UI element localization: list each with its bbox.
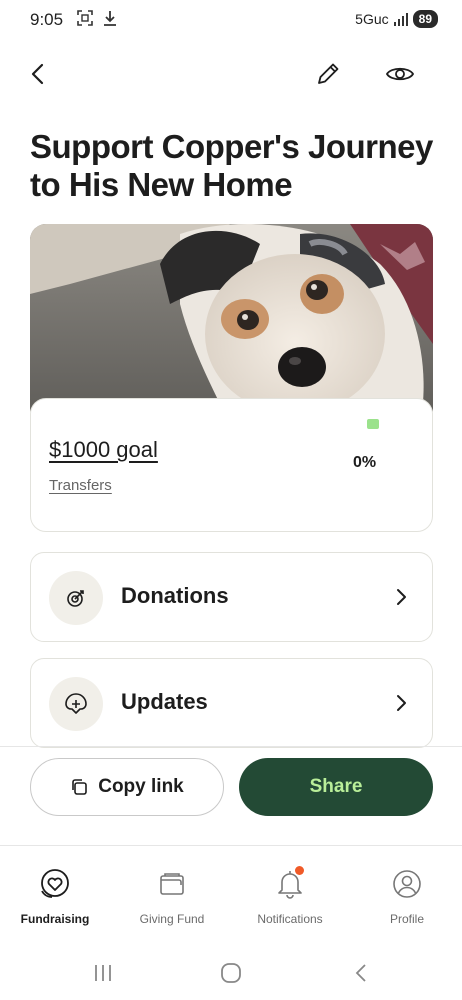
updates-label: Updates xyxy=(121,689,208,714)
tab-profile[interactable]: Profile xyxy=(352,866,462,926)
tab-notifications-label: Notifications xyxy=(257,912,323,926)
tab-profile-label: Profile xyxy=(389,912,424,926)
goal-card: $1000 goal Transfers 0% xyxy=(30,398,433,532)
download-icon xyxy=(104,11,116,26)
donations-chevron xyxy=(390,586,412,608)
top-nav xyxy=(0,50,462,98)
updates-row[interactable]: Updates xyxy=(30,658,433,748)
home-icon xyxy=(221,963,241,983)
copy-link-button[interactable]: Copy link xyxy=(30,758,224,816)
recent-apps-button[interactable] xyxy=(88,960,118,986)
bottom-tab-bar: Fundraising Giving Fund Notifications Pr… xyxy=(0,846,462,942)
goal-percent: 0% xyxy=(353,454,377,471)
system-nav-bar xyxy=(0,948,462,1000)
battery-indicator: 89 xyxy=(412,10,438,28)
pencil-icon xyxy=(318,63,339,84)
bell-icon xyxy=(272,866,308,902)
share-label: Share xyxy=(309,776,363,797)
donations-icon-badge xyxy=(49,571,103,625)
chevron-right-icon xyxy=(397,589,406,605)
share-button[interactable]: Share xyxy=(239,758,433,816)
notification-badge xyxy=(295,866,304,875)
home-button[interactable] xyxy=(216,960,246,986)
donations-row[interactable]: Donations xyxy=(30,552,433,642)
back-arrow-icon xyxy=(355,964,366,982)
campaign-photo[interactable] xyxy=(30,224,433,424)
tab-giving-fund[interactable]: Giving Fund xyxy=(117,866,227,926)
add-update-icon xyxy=(65,693,87,714)
chevron-left-icon xyxy=(31,63,44,85)
transfers-link[interactable]: Transfers xyxy=(49,477,112,494)
page-title: Support Copper's Journey to His New Home xyxy=(30,128,433,203)
preview-button[interactable] xyxy=(384,58,416,90)
wallet-icon xyxy=(154,866,190,902)
system-back-button[interactable] xyxy=(346,960,376,986)
tab-notifications[interactable]: Notifications xyxy=(235,866,345,926)
tab-fundraising[interactable]: Fundraising xyxy=(0,866,110,926)
goal-amount-link[interactable]: $1000 goal xyxy=(49,437,158,463)
updates-chevron xyxy=(390,692,412,714)
donations-label: Donations xyxy=(121,583,229,608)
status-right: 5Guc 89 xyxy=(355,10,438,28)
status-icons xyxy=(76,9,118,27)
progress-indicator xyxy=(367,419,379,429)
chevron-right-icon xyxy=(397,695,406,711)
updates-icon-badge xyxy=(49,677,103,731)
battery-level: 89 xyxy=(418,12,432,26)
status-bar: 9:05 5Guc 89 xyxy=(0,0,462,40)
eye-icon xyxy=(385,67,415,81)
edit-button[interactable] xyxy=(312,58,344,90)
tab-giving-fund-label: Giving Fund xyxy=(139,912,205,926)
signal-icon xyxy=(393,13,408,26)
recent-apps-icon xyxy=(95,965,111,981)
dog-photo-image xyxy=(30,224,433,424)
copy-icon xyxy=(72,779,88,795)
donation-target-icon xyxy=(67,590,84,607)
fundraising-heart-icon xyxy=(37,866,73,902)
copy-link-label: Copy link xyxy=(98,776,184,797)
status-time: 9:05 xyxy=(30,10,64,29)
profile-icon xyxy=(389,866,425,902)
back-button[interactable] xyxy=(22,58,54,90)
tab-fundraising-label: Fundraising xyxy=(20,912,90,926)
network-label: 5Guc xyxy=(355,11,389,27)
action-divider xyxy=(0,746,462,747)
screenshot-icon xyxy=(77,10,93,26)
